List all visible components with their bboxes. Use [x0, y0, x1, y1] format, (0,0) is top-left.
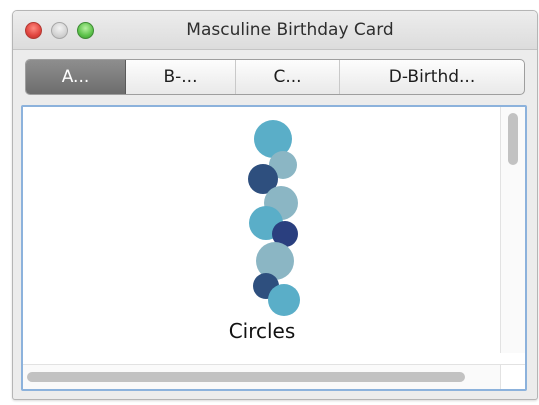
- tab-bar: A... B-... C... D-Birthd...: [25, 59, 525, 95]
- horizontal-scrollbar[interactable]: [23, 364, 501, 389]
- title-bar[interactable]: Masculine Birthday Card: [13, 11, 537, 50]
- tab-c[interactable]: C...: [236, 60, 340, 94]
- window-title: Masculine Birthday Card: [186, 20, 394, 40]
- tab-a[interactable]: A...: [26, 60, 126, 94]
- horizontal-scroll-thumb[interactable]: [27, 372, 465, 382]
- circles-artwork: [248, 120, 300, 316]
- artwork-caption: Circles: [228, 319, 296, 343]
- scroll-corner: [500, 364, 525, 389]
- circle-teal-bottom: [268, 284, 300, 316]
- vertical-scrollbar[interactable]: [500, 107, 525, 353]
- tab-b[interactable]: B-...: [126, 60, 236, 94]
- content-panel: Circles: [21, 105, 527, 391]
- tab-d-birthday[interactable]: D-Birthd...: [340, 60, 524, 94]
- vertical-scroll-thumb[interactable]: [508, 113, 518, 165]
- app-window: Masculine Birthday Card A... B-... C... …: [12, 10, 538, 400]
